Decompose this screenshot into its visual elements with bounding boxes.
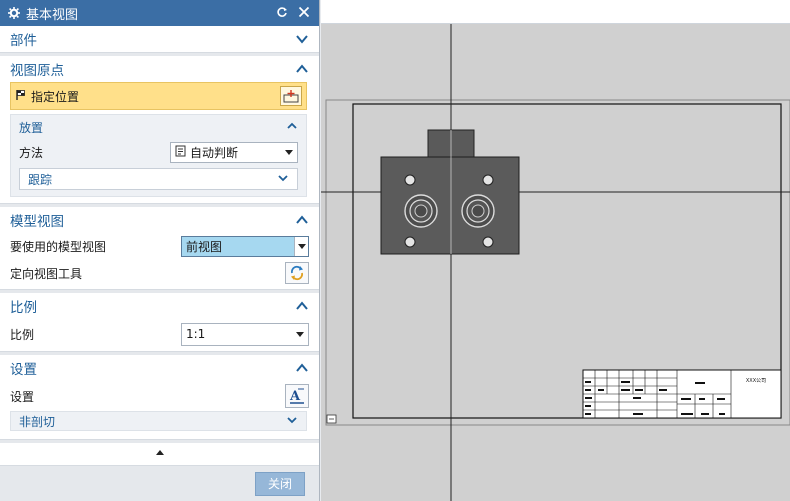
model-view-value: 前视图 [186,239,223,254]
svg-text:A: A [289,389,301,404]
settings-row: 设置 A [0,381,319,411]
model-view-select[interactable]: 前视图 [181,235,309,257]
triangle-up-icon [155,449,164,455]
title-block-company: XXX公司 [746,378,766,384]
placement-header[interactable]: 放置 [11,115,306,139]
chevron-down-icon[interactable] [286,414,298,429]
tracking-label: 跟踪 [28,172,53,187]
show-less-toggle[interactable] [0,443,319,461]
specify-location-row[interactable]: 指定位置 [10,82,307,110]
tracking-row[interactable]: 跟踪 [19,168,298,190]
section-part-header[interactable]: 部件 [0,26,319,52]
orient-view-tool-button[interactable] [285,262,309,284]
model-view-to-use-label: 要使用的模型视图 [10,239,107,254]
scale-row: 比例 1:1 [0,319,319,349]
orient-view-tool-label: 定向视图工具 [10,266,83,281]
title-block: XXX公司 [582,369,782,419]
method-select[interactable]: 自动判断 [170,141,298,163]
chevron-down-icon[interactable] [277,172,289,187]
gear-icon [8,7,20,19]
specify-location-label: 指定位置 [31,89,80,104]
text-style-icon: A [289,388,304,404]
section-model-view-header[interactable]: 模型视图 [0,207,319,233]
dropdown-arrow-icon [285,149,293,155]
method-label: 方法 [19,145,44,160]
chevron-up-icon[interactable] [295,299,309,313]
placement-group: 放置 方法 自动判断 跟踪 [10,114,307,197]
part-counterbore-core [414,204,428,218]
section-scale-header[interactable]: 比例 [0,293,319,319]
basic-view-dialog: 基本视图 部件 视图原点 指定位置 放置 方法 自动判断 跟踪 模型视图 要使用… [0,0,320,501]
part-hole [482,174,494,186]
non-section-label: 非剖切 [19,414,56,429]
scale-value: 1:1 [186,327,206,341]
chevron-up-icon[interactable] [295,213,309,227]
point-dialog-button[interactable] [280,86,302,106]
close-icon[interactable] [297,6,311,20]
section-part-label: 部件 [10,33,37,49]
section-model-view-label: 模型视图 [10,214,64,230]
dropdown-button[interactable] [294,236,308,256]
section-scale-label: 比例 [10,300,37,316]
chevron-up-icon[interactable] [286,120,298,135]
section-view-origin-header[interactable]: 视图原点 [0,56,319,82]
placement-label: 放置 [19,120,44,135]
settings-button[interactable]: A [285,384,309,408]
method-value: 自动判断 [190,145,239,160]
drawing-sheet-svg[interactable]: XXX公司 [321,24,790,501]
part-hole [404,174,416,186]
graphics-window-top [321,0,790,24]
scale-label: 比例 [10,327,35,342]
dropdown-arrow-icon [297,243,306,249]
dropdown-arrow-icon [296,331,304,337]
chevron-up-icon[interactable] [295,361,309,375]
settings-label: 设置 [10,389,35,404]
part-counterbore-core [471,204,485,218]
chevron-up-icon[interactable] [295,62,309,76]
auto-infer-icon [175,145,186,160]
orient-view-icon [290,265,304,281]
section-settings-header[interactable]: 设置 [0,355,319,381]
chevron-down-icon[interactable] [295,32,309,46]
orient-view-tool-row: 定向视图工具 [0,259,319,287]
close-button[interactable]: 关闭 [255,472,305,496]
non-section-row[interactable]: 非剖切 [10,411,307,431]
method-row: 方法 自动判断 [11,139,306,165]
flag-icon [15,89,27,104]
section-view-origin-label: 视图原点 [10,63,64,79]
reset-icon[interactable] [275,6,289,20]
drawing-canvas[interactable]: XXX公司 [321,24,790,501]
section-settings-label: 设置 [10,362,37,378]
model-view-to-use-row: 要使用的模型视图 前视图 [0,233,319,259]
dialog-footer: 关闭 [0,465,319,501]
dialog-titlebar[interactable]: 基本视图 [0,0,319,26]
dialog-title: 基本视图 [26,7,79,23]
scale-select[interactable]: 1:1 [181,322,309,346]
part-body [380,156,520,255]
part-hole [404,236,416,248]
part-hole [482,236,494,248]
